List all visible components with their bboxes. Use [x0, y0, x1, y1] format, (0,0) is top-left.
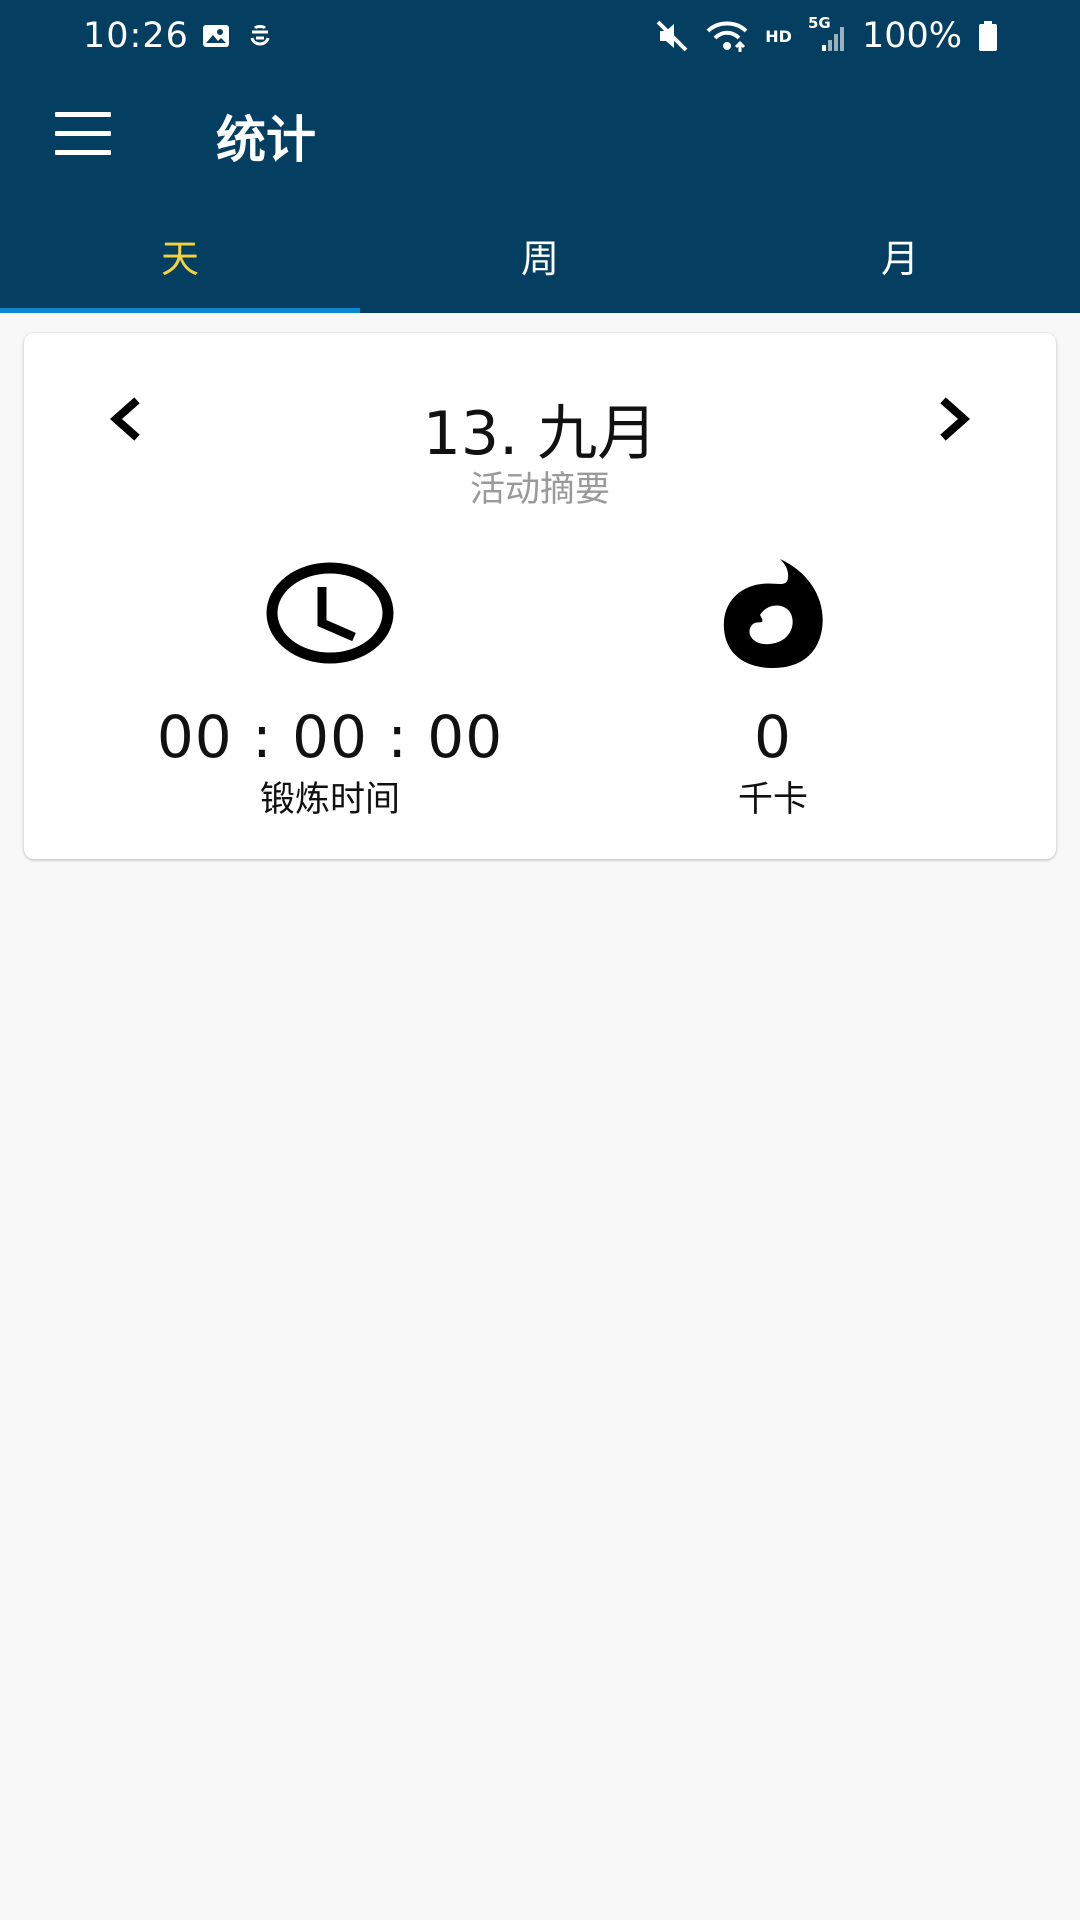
chevron-right-icon[interactable]: [924, 389, 984, 449]
status-left-icons: [202, 24, 272, 48]
gallery-icon: [203, 25, 229, 47]
calories-stat: 0 千卡: [563, 557, 983, 822]
activity-summary-label: 活动摘要: [469, 470, 610, 510]
page-title: 统计: [216, 111, 316, 169]
calories-label: 千卡: [737, 780, 808, 820]
wifi-icon: [706, 21, 748, 52]
battery-icon: [979, 21, 997, 51]
workout-time-value: 00 : 00 : 00: [156, 703, 504, 771]
flame-icon: [723, 559, 823, 668]
hamburger-icon: [55, 112, 111, 117]
app-toolbar: 统计: [0, 78, 1080, 198]
hd-label: HD: [765, 26, 792, 46]
status-right: HD 5G 100%: [655, 14, 998, 56]
sync-icon: [250, 25, 270, 46]
status-bar: 10:26 HD 5G 100%: [0, 0, 1080, 78]
workout-time-stat: 00 : 00 : 00 锻炼时间: [120, 557, 540, 822]
menu-button[interactable]: [55, 112, 113, 156]
hamburger-icon-line: [55, 131, 111, 136]
workout-time-label: 锻炼时间: [259, 780, 400, 820]
activity-summary-card: 13. 九月 活动摘要 00 : 00 : 00 锻炼时间 0 千卡: [24, 333, 1056, 859]
signal-icon: [821, 27, 844, 51]
clock-icon: [266, 562, 394, 664]
tab-week[interactable]: 周: [360, 198, 720, 313]
tab-month[interactable]: 月: [720, 198, 1080, 313]
period-tabs: 天 周 月: [0, 198, 1080, 313]
hamburger-icon-line: [55, 150, 111, 155]
tab-day[interactable]: 天: [0, 198, 360, 313]
selected-date: 13. 九月: [422, 399, 658, 469]
battery-percent: 100%: [861, 16, 962, 56]
mute-icon: [656, 20, 688, 52]
calories-value: 0: [754, 703, 792, 771]
status-time: 10:26: [83, 16, 189, 56]
signal-group: 5G: [808, 14, 846, 53]
